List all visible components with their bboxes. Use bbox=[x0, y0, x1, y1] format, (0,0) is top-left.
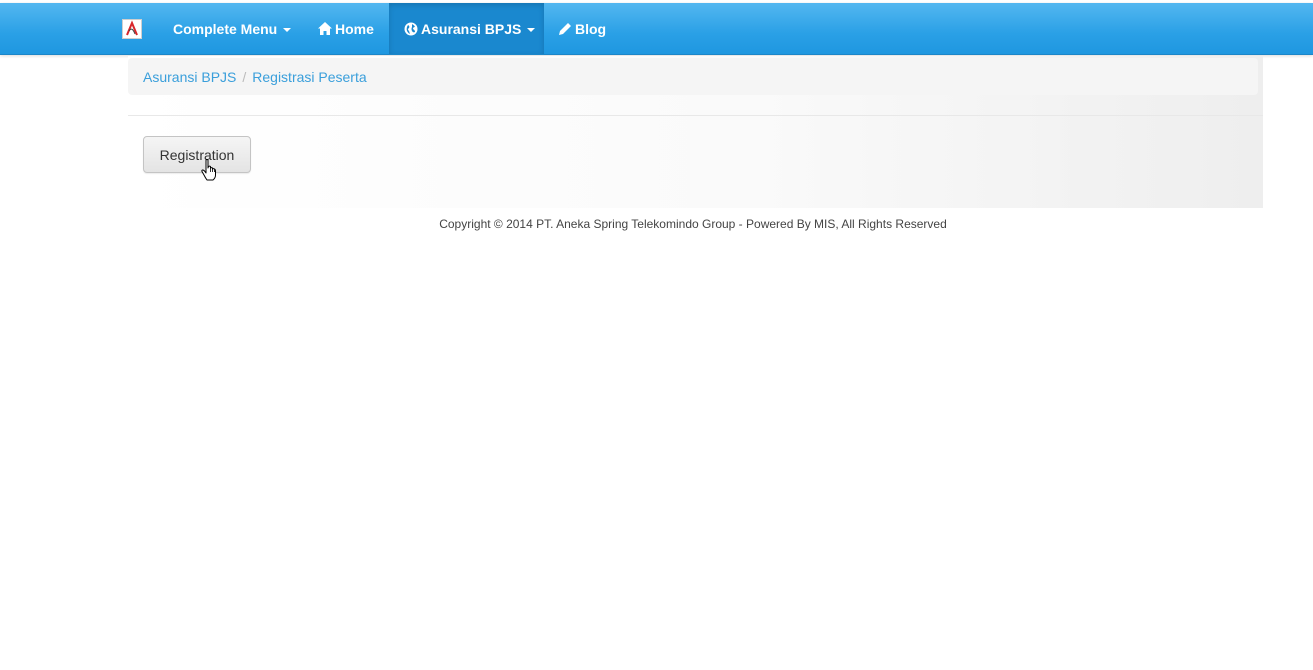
nav-blog[interactable]: Blog bbox=[558, 3, 606, 54]
nav-asuransi-bpjs-label: Asuransi BPJS bbox=[421, 20, 522, 37]
breadcrumb: Asuransi BPJS / Registrasi Peserta bbox=[128, 58, 1258, 95]
breadcrumb-separator: / bbox=[242, 68, 247, 85]
pencil-icon bbox=[558, 22, 572, 36]
footer-copyright: Copyright © 2014 PT. Aneka Spring Teleko… bbox=[439, 217, 947, 231]
nav-asuransi-bpjs[interactable]: Asuransi BPJS bbox=[389, 3, 544, 54]
nav-home[interactable]: Home bbox=[318, 3, 374, 54]
globe-icon bbox=[404, 22, 418, 36]
hand-cursor-icon bbox=[201, 159, 219, 181]
footer: Copyright © 2014 PT. Aneka Spring Teleko… bbox=[0, 217, 1313, 231]
content-panel: Asuransi BPJS / Registrasi Peserta Regis… bbox=[128, 56, 1263, 208]
navbar: Complete Menu Home Asuransi BPJS Blog bbox=[0, 3, 1313, 55]
divider bbox=[128, 115, 1263, 116]
app-logo-icon[interactable] bbox=[122, 19, 142, 39]
chevron-down-icon bbox=[527, 27, 536, 32]
nav-complete-menu-label: Complete Menu bbox=[173, 20, 278, 37]
home-icon bbox=[318, 22, 332, 35]
breadcrumb-item-registrasi-peserta[interactable]: Registrasi Peserta bbox=[252, 69, 366, 85]
registration-button[interactable]: Registration bbox=[143, 136, 251, 173]
nav-home-label: Home bbox=[335, 20, 374, 37]
nav-blog-label: Blog bbox=[575, 20, 607, 37]
nav-complete-menu[interactable]: Complete Menu bbox=[173, 3, 292, 54]
breadcrumb-item-asuransi-bpjs[interactable]: Asuransi BPJS bbox=[143, 69, 236, 85]
chevron-down-icon bbox=[283, 27, 292, 32]
